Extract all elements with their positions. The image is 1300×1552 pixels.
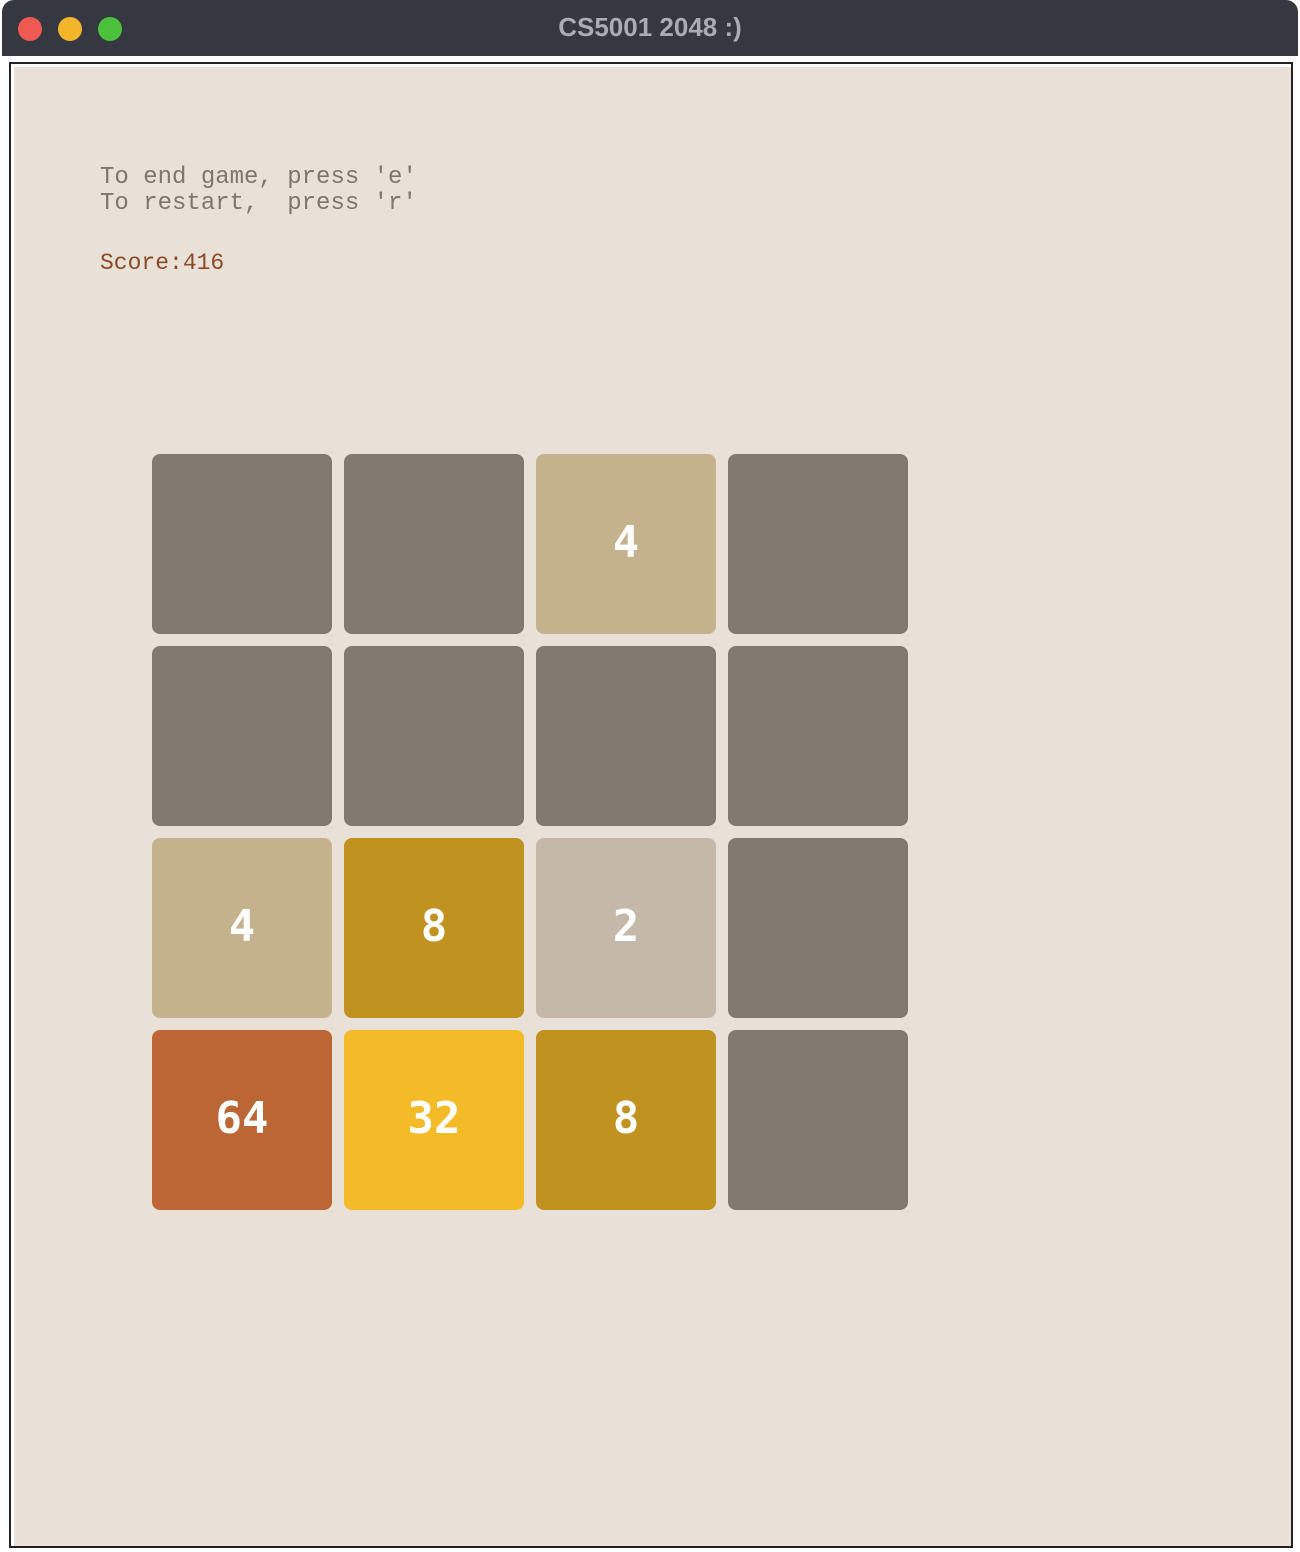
tile-r3-c2: 8 [536,1030,716,1210]
title-bar: CS5001 2048 :) [2,0,1298,56]
tile-r3-c0: 64 [152,1030,332,1210]
tile-r2-c1: 8 [344,838,524,1018]
window-title: CS5001 2048 :) [558,12,742,42]
tile-r1-c2 [536,646,716,826]
tile-r0-c2: 4 [536,454,716,634]
score-display: Score:416 [100,250,225,276]
tile-r3-c1: 32 [344,1030,524,1210]
game-board: 4 4 8 2 64 32 8 [152,454,908,1210]
tile-r2-c0: 4 [152,838,332,1018]
tile-r0-c1 [344,454,524,634]
game-frame: To end game, press 'e' To restart, press … [9,62,1293,1548]
tile-r1-c0 [152,646,332,826]
tile-r2-c2: 2 [536,838,716,1018]
instruction-end-game: To end game, press 'e' [100,164,417,191]
tile-r3-c3 [728,1030,908,1210]
tile-r1-c1 [344,646,524,826]
game-canvas[interactable]: To end game, press 'e' To restart, press … [14,67,1291,1546]
tile-r0-c3 [728,454,908,634]
tile-r0-c0 [152,454,332,634]
tile-r1-c3 [728,646,908,826]
instructions: To end game, press 'e' To restart, press … [100,165,417,217]
instruction-restart: To restart, press 'r' [100,190,417,217]
tile-r2-c3 [728,838,908,1018]
app-window: CS5001 2048 :) To end game, press 'e' To … [2,0,1298,1552]
